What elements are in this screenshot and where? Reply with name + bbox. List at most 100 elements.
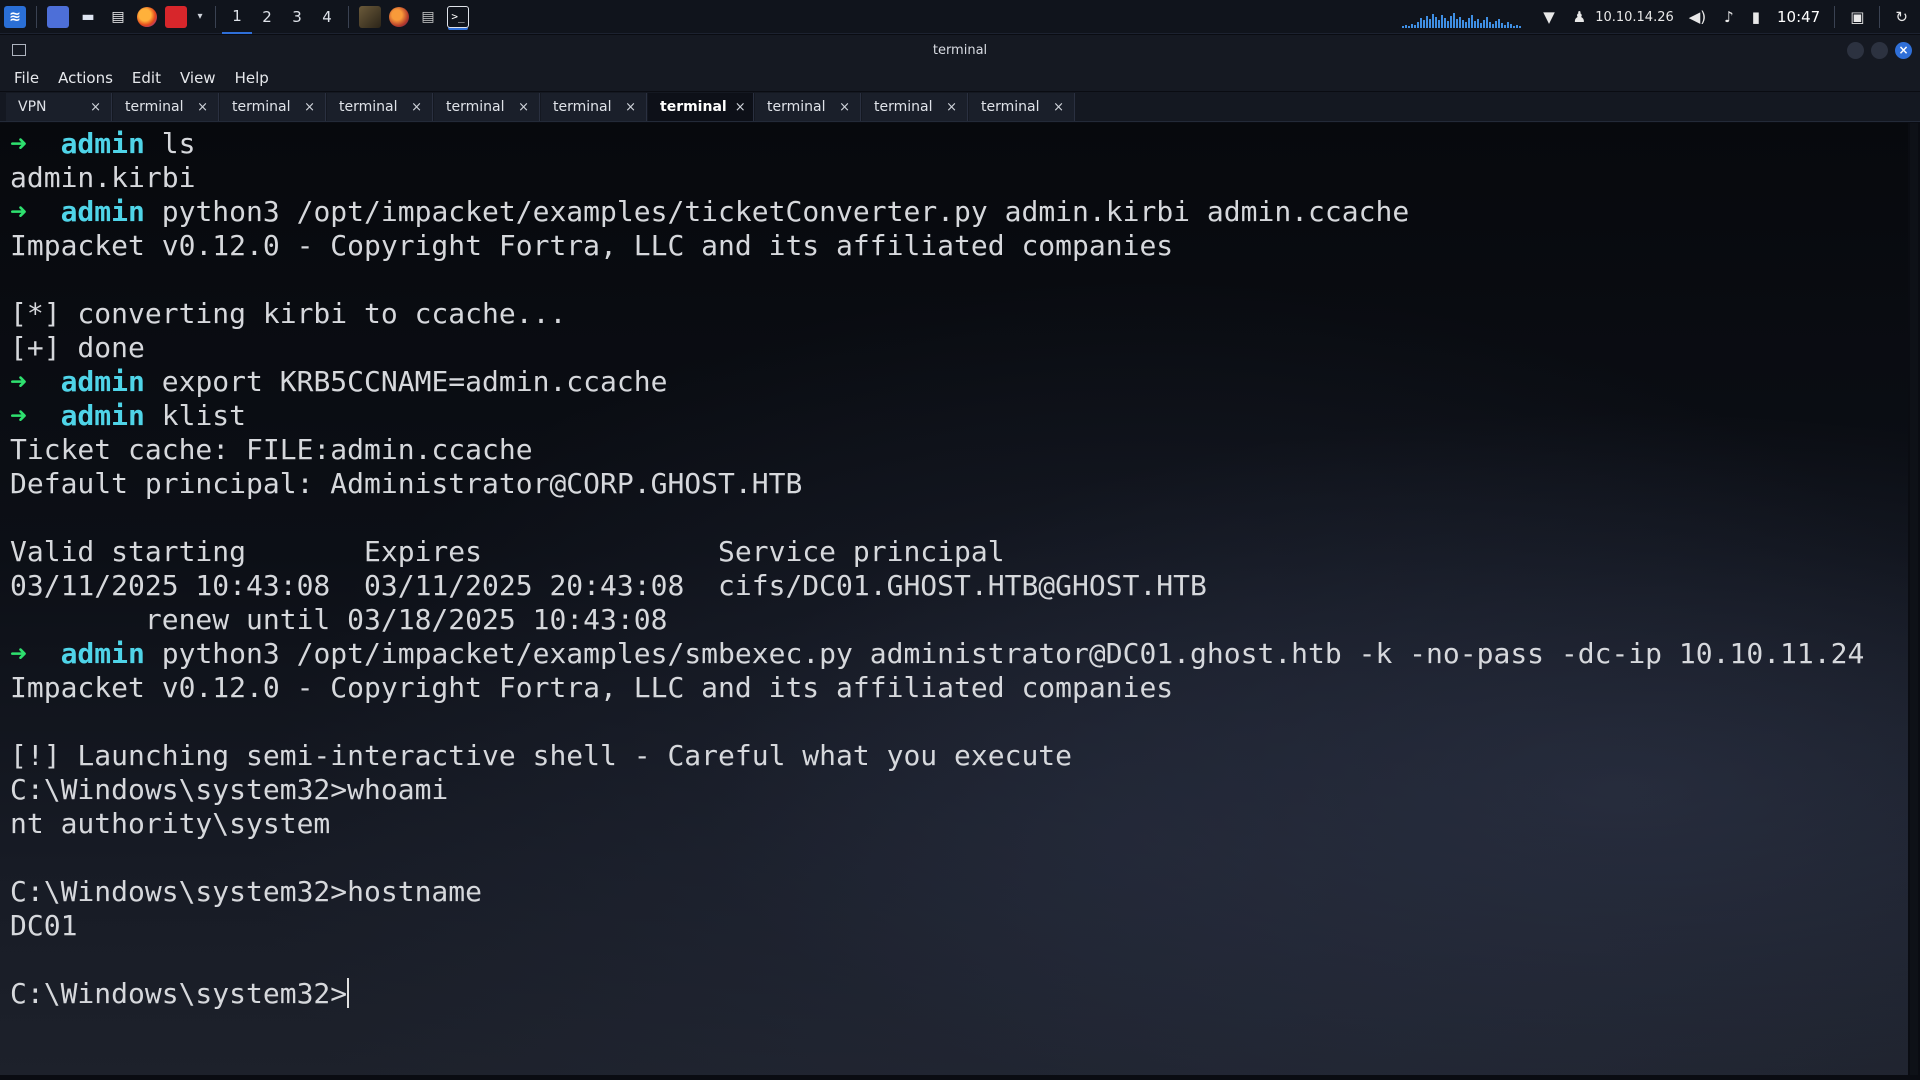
tab-terminal-5[interactable]: terminal × bbox=[541, 93, 647, 121]
workspace-4[interactable]: 4 bbox=[312, 0, 342, 34]
tab-terminal-8[interactable]: terminal × bbox=[862, 93, 968, 121]
close-tab-icon[interactable]: × bbox=[735, 100, 746, 115]
file-manager-icon[interactable]: ▬ bbox=[77, 6, 99, 28]
terminal-line: nt authority\system bbox=[10, 807, 1864, 841]
prompt-directory: admin bbox=[60, 637, 145, 670]
window-thumbnail-icon[interactable] bbox=[359, 5, 381, 28]
close-tab-icon[interactable]: × bbox=[518, 100, 529, 115]
close-tab-icon[interactable]: × bbox=[839, 100, 850, 115]
terminal-scrollbar[interactable] bbox=[1910, 123, 1918, 1075]
graph-bar bbox=[1477, 19, 1480, 28]
graph-bar bbox=[1414, 25, 1417, 28]
power-icon[interactable]: ↻ bbox=[1895, 8, 1908, 26]
close-tab-icon[interactable]: × bbox=[90, 100, 101, 115]
terminal-lines: ➜ admin ls admin.kirbi ➜ admin python3 /op… bbox=[10, 127, 1864, 1011]
graph-bar bbox=[1483, 20, 1486, 28]
graph-bar bbox=[1426, 16, 1429, 28]
close-window-button[interactable]: × bbox=[1895, 42, 1912, 59]
tab-label: terminal bbox=[874, 99, 933, 115]
terminal-line: [+] done bbox=[10, 331, 1864, 365]
command-text: ls bbox=[144, 127, 196, 160]
kali-menu-icon[interactable]: ≋ bbox=[4, 5, 26, 28]
maximize-button[interactable] bbox=[1871, 42, 1888, 59]
graph-bar bbox=[1507, 22, 1510, 28]
window-menu-icon[interactable] bbox=[12, 44, 26, 56]
tab-terminal-4[interactable]: terminal × bbox=[434, 93, 540, 121]
menu-file[interactable]: File bbox=[14, 69, 39, 87]
menu-actions[interactable]: Actions bbox=[58, 69, 113, 87]
battery-icon[interactable]: ▮ bbox=[1752, 8, 1760, 26]
wifi-icon[interactable]: ▼ bbox=[1543, 8, 1555, 26]
notification-bell-icon[interactable]: ♪ bbox=[1724, 8, 1734, 26]
tab-vpn[interactable]: VPN × bbox=[6, 93, 112, 121]
terminal-line: [!] Launching semi-interactive shell - C… bbox=[10, 739, 1864, 773]
close-tab-icon[interactable]: × bbox=[1053, 100, 1064, 115]
terminal-line: ➜ admin python3 /opt/impacket/examples/s… bbox=[10, 637, 1864, 671]
graph-bar bbox=[1516, 25, 1519, 28]
output-text: Default principal: Administrator@CORP.GH… bbox=[10, 467, 803, 500]
graph-bar bbox=[1519, 26, 1522, 28]
terminal-line: Default principal: Administrator@CORP.GH… bbox=[10, 467, 1864, 501]
firefox-icon[interactable] bbox=[137, 6, 157, 27]
graph-bar bbox=[1501, 23, 1504, 28]
document-window-icon[interactable]: ▤ bbox=[417, 6, 439, 28]
app-launcher-icon[interactable] bbox=[165, 5, 187, 28]
tab-label: terminal bbox=[339, 99, 398, 115]
close-tab-icon[interactable]: × bbox=[946, 100, 957, 115]
graph-bar bbox=[1453, 13, 1456, 28]
text-editor-icon[interactable]: ▤ bbox=[107, 6, 129, 28]
close-tab-icon[interactable]: × bbox=[411, 100, 422, 115]
tab-terminal-2[interactable]: terminal × bbox=[220, 93, 326, 121]
tab-terminal-3[interactable]: terminal × bbox=[327, 93, 433, 121]
tab-terminal-9[interactable]: terminal × bbox=[969, 93, 1075, 121]
command-text: python3 /opt/impacket/examples/ticketCon… bbox=[144, 195, 1410, 228]
ip-address: 10.10.14.26 bbox=[1595, 9, 1674, 25]
minimize-button[interactable] bbox=[1847, 42, 1864, 59]
firefox-window-icon[interactable] bbox=[389, 6, 409, 27]
workspace-2[interactable]: 2 bbox=[252, 0, 282, 34]
graph-bar bbox=[1492, 24, 1495, 28]
menu-help[interactable]: Help bbox=[235, 69, 269, 87]
graph-bar bbox=[1462, 20, 1465, 28]
menu-view[interactable]: View bbox=[180, 69, 216, 87]
volume-icon[interactable]: ◀) bbox=[1689, 8, 1706, 26]
prompt-arrow-icon: ➜ bbox=[10, 127, 61, 160]
tab-terminal-1[interactable]: terminal × bbox=[113, 93, 219, 121]
workspace-1[interactable]: 1 bbox=[222, 0, 252, 34]
graph-bar bbox=[1435, 17, 1438, 28]
panel-separator bbox=[348, 5, 349, 28]
graph-bar bbox=[1489, 22, 1492, 28]
close-tab-icon[interactable]: × bbox=[304, 100, 315, 115]
output-text: nt authority\system bbox=[10, 807, 331, 840]
show-desktop-icon[interactable] bbox=[47, 5, 69, 28]
terminal-line: Valid starting Expires Service principal bbox=[10, 535, 1864, 569]
close-tab-icon[interactable]: × bbox=[197, 100, 208, 115]
graph-bar bbox=[1459, 17, 1462, 28]
terminal-line: C:\Windows\system32>hostname bbox=[10, 875, 1864, 909]
output-text: [*] converting kirbi to ccache... bbox=[10, 297, 567, 330]
clock[interactable]: 10:47 bbox=[1777, 8, 1820, 26]
close-tab-icon[interactable]: × bbox=[625, 100, 636, 115]
graph-bar bbox=[1447, 21, 1450, 28]
window-titlebar[interactable]: terminal × bbox=[0, 35, 1920, 65]
terminal-line: Ticket cache: FILE:admin.ccache bbox=[10, 433, 1864, 467]
graph-bar bbox=[1411, 24, 1414, 28]
terminal-output[interactable]: ➜ admin ls admin.kirbi ➜ admin python3 /op… bbox=[0, 123, 1908, 1075]
vpn-user-icon[interactable]: ♟ bbox=[1573, 8, 1586, 26]
output-text: Valid starting Expires Service principal bbox=[10, 535, 1005, 568]
prompt-arrow-icon: ➜ bbox=[10, 637, 61, 670]
system-tray: ▼ ♟ 10.10.14.26 ◀) ♪ ▮ 10:47 ▣ ↻ bbox=[1372, 0, 1920, 34]
lock-icon[interactable]: ▣ bbox=[1850, 8, 1864, 26]
graph-bar bbox=[1423, 20, 1426, 28]
workspace-3[interactable]: 3 bbox=[282, 0, 312, 34]
graph-bar bbox=[1438, 20, 1441, 28]
graph-bar bbox=[1405, 25, 1408, 28]
tab-terminal-6[interactable]: terminal × bbox=[648, 93, 754, 121]
chevron-down-icon[interactable]: ▾ bbox=[195, 6, 205, 28]
tab-terminal-7[interactable]: terminal × bbox=[755, 93, 861, 121]
terminal-window-icon[interactable]: >_ bbox=[447, 5, 469, 28]
menu-edit[interactable]: Edit bbox=[132, 69, 161, 87]
prompt-arrow-icon: ➜ bbox=[10, 365, 61, 398]
